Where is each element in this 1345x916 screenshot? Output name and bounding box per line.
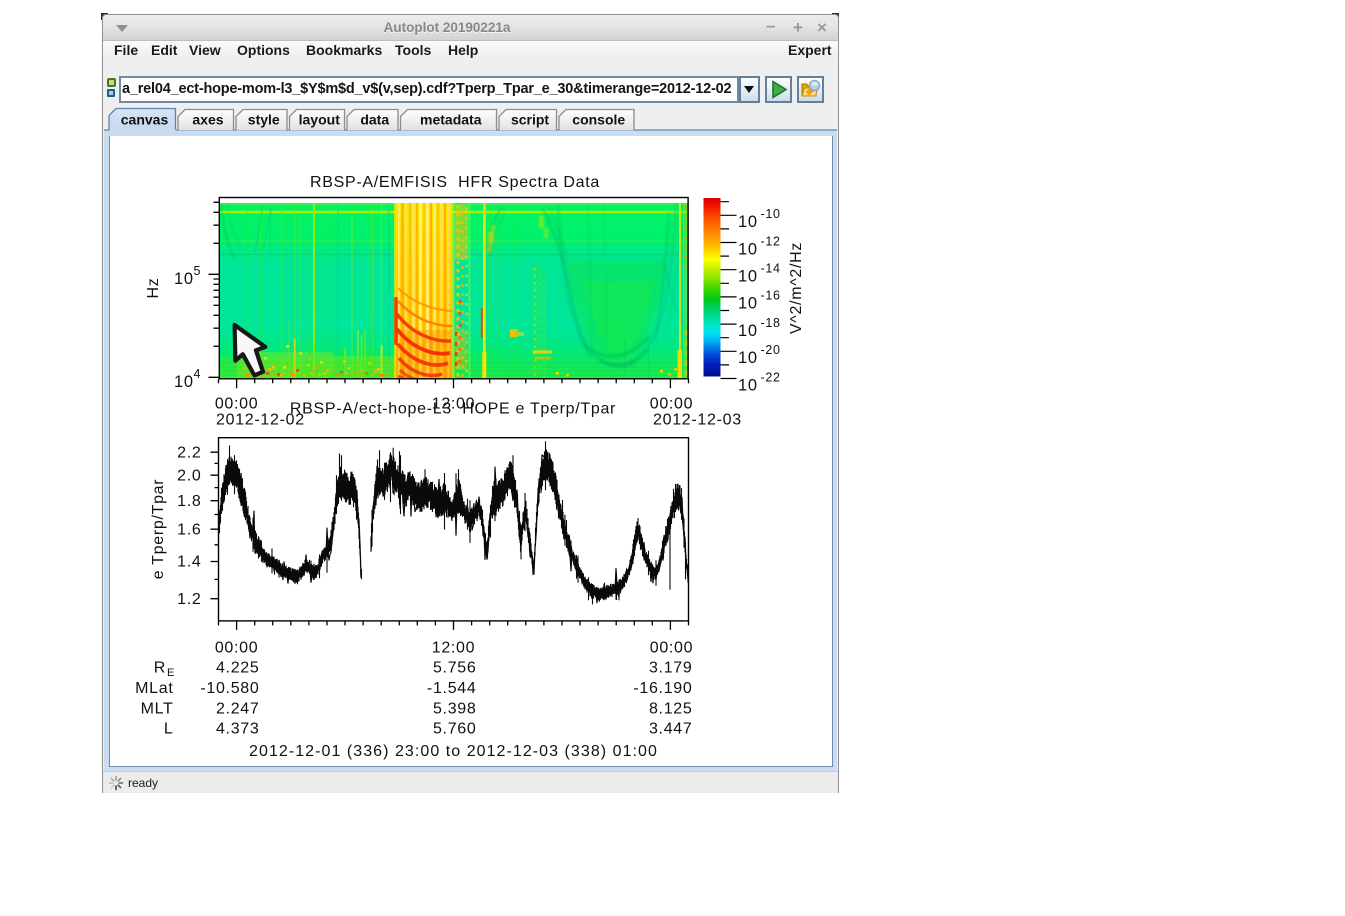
svg-text:Hz: Hz — [145, 278, 162, 299]
svg-text:5.756: 5.756 — [433, 660, 477, 677]
svg-text:V^2/m^2/Hz: V^2/m^2/Hz — [788, 242, 805, 334]
svg-text:E: E — [167, 667, 175, 679]
svg-text:-16.190: -16.190 — [633, 680, 692, 697]
svg-text:10: 10 — [738, 376, 758, 394]
svg-text:10: 10 — [738, 349, 758, 367]
svg-text:R: R — [154, 660, 166, 677]
svg-text:-12: -12 — [761, 234, 781, 248]
svg-text:canvas: canvas — [121, 112, 169, 128]
svg-text:00:00: 00:00 — [215, 639, 259, 656]
svg-text:10: 10 — [174, 373, 194, 391]
svg-text:L: L — [164, 721, 174, 738]
svg-text:4: 4 — [194, 367, 202, 381]
svg-text:console: console — [572, 112, 625, 128]
svg-text:00:00: 00:00 — [650, 639, 694, 656]
svg-text:3.447: 3.447 — [649, 721, 693, 738]
svg-text:3.179: 3.179 — [649, 660, 693, 677]
svg-text:00:00: 00:00 — [650, 396, 694, 413]
svg-text:1.8: 1.8 — [177, 493, 201, 510]
svg-text:metadata: metadata — [420, 112, 482, 128]
svg-text:style: style — [248, 112, 280, 128]
svg-text:axes: axes — [192, 112, 223, 128]
svg-text:-10: -10 — [761, 207, 781, 221]
svg-text:1.2: 1.2 — [177, 591, 201, 608]
svg-text:script: script — [511, 112, 549, 128]
svg-text:-14: -14 — [761, 262, 781, 276]
svg-text:10: 10 — [738, 268, 758, 286]
svg-text:8.125: 8.125 — [649, 700, 693, 717]
svg-text:2012-12-01 (336) 23:00 to 2012: 2012-12-01 (336) 23:00 to 2012-12-03 (33… — [249, 743, 658, 760]
svg-text:2.0: 2.0 — [177, 467, 201, 484]
svg-text:2012-12-03: 2012-12-03 — [653, 412, 742, 429]
svg-text:1.4: 1.4 — [177, 554, 201, 571]
svg-text:4.373: 4.373 — [216, 721, 260, 738]
svg-text:4.225: 4.225 — [216, 660, 260, 677]
svg-text:10: 10 — [738, 322, 758, 340]
svg-text:data: data — [360, 112, 389, 128]
svg-text:5.760: 5.760 — [433, 721, 477, 738]
svg-text:RBSP-A/EMFISIS HFR Spectra Da: RBSP-A/EMFISIS HFR Spectra Data — [310, 174, 600, 191]
svg-text:-20: -20 — [761, 343, 781, 357]
svg-text:MLat: MLat — [135, 680, 173, 697]
svg-text:10: 10 — [738, 240, 758, 258]
svg-text:-1.544: -1.544 — [427, 680, 477, 697]
svg-text:10: 10 — [738, 295, 758, 313]
svg-text:2.2: 2.2 — [177, 444, 201, 461]
svg-text:10: 10 — [174, 270, 194, 288]
svg-text:00:00: 00:00 — [215, 396, 259, 413]
svg-text:MLT: MLT — [141, 700, 174, 717]
svg-text:12:00: 12:00 — [432, 639, 476, 656]
svg-text:1.6: 1.6 — [177, 521, 201, 538]
svg-text:2.247: 2.247 — [216, 700, 260, 717]
svg-text:layout: layout — [299, 112, 341, 128]
svg-text:2012-12-02: 2012-12-02 — [216, 412, 305, 429]
svg-text:-16: -16 — [761, 289, 781, 303]
svg-text:12:00: 12:00 — [432, 396, 476, 413]
svg-text:e Tperp/Tpar: e Tperp/Tpar — [150, 479, 167, 580]
svg-text:5.398: 5.398 — [433, 700, 477, 717]
svg-text:-22: -22 — [761, 370, 781, 384]
svg-text:-18: -18 — [761, 316, 781, 330]
svg-text:5: 5 — [194, 264, 202, 278]
svg-text:10: 10 — [738, 213, 758, 231]
svg-text:-10.580: -10.580 — [200, 680, 259, 697]
